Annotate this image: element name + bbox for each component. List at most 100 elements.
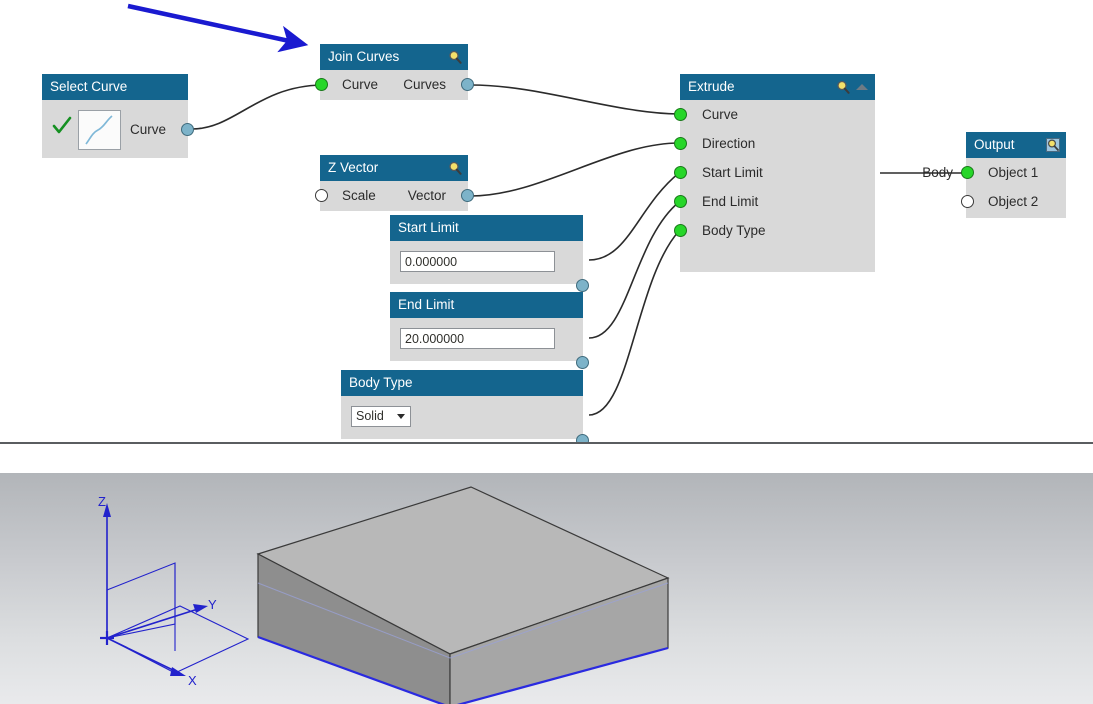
axis-label-x: X [188, 673, 197, 688]
pointer-arrow [127, 3, 309, 53]
node-end-limit-header[interactable]: End Limit [390, 292, 583, 318]
node-end-limit-title: End Limit [398, 297, 455, 312]
port-label-output-object1: Object 1 [988, 165, 1039, 180]
port-label-extrude-start-limit: Start Limit [702, 165, 763, 180]
app-root: Select Curve Curve Join Curves Curve Cur… [0, 0, 1093, 704]
port-extrude-end-limit[interactable] [674, 195, 687, 208]
port-extrude-direction[interactable] [674, 137, 687, 150]
end-limit-input[interactable] [400, 328, 555, 349]
magnifier-icon[interactable] [448, 161, 462, 175]
node-z-vector-body: Scale Vector [315, 181, 474, 211]
node-start-limit-header[interactable]: Start Limit [390, 215, 583, 241]
panel-divider[interactable] [0, 442, 1093, 444]
node-output-header[interactable]: Output [966, 132, 1066, 158]
node-join-curves-header[interactable]: Join Curves [320, 44, 468, 70]
axis-label-z: Z [98, 494, 106, 509]
node-join-curves[interactable]: Join Curves Curve Curves [315, 44, 474, 100]
wire-joincurves-extrude-curve [470, 84, 680, 115]
node-extrude-title: Extrude [688, 79, 735, 94]
node-graph-canvas[interactable]: Select Curve Curve Join Curves Curve Cur… [0, 0, 1093, 443]
port-extrude-curve[interactable] [674, 108, 687, 121]
port-label-extrude-body-out: Body [922, 165, 953, 180]
port-label-join-curves-out: Curves [403, 77, 446, 92]
node-body-type-body: Solid [341, 396, 589, 443]
extruded-box-model[interactable] [256, 486, 670, 704]
node-z-vector-header[interactable]: Z Vector [320, 155, 468, 181]
port-row-extrude-direction: Direction [674, 129, 875, 158]
port-row-extrude-end-limit: End Limit [674, 187, 875, 216]
port-row-extrude-curve: Curve [674, 100, 875, 129]
axis-label-y: Y [208, 597, 217, 612]
port-extrude-body-type[interactable] [674, 224, 687, 237]
port-z-vector-input[interactable] [315, 189, 328, 202]
port-select-curve-output[interactable] [181, 123, 194, 136]
port-label-curve-out: Curve [129, 122, 166, 137]
node-z-vector[interactable]: Z Vector Scale Vector [315, 155, 474, 211]
port-output-object1[interactable] [961, 166, 974, 179]
node-body-type-title: Body Type [349, 375, 413, 390]
node-join-curves-header-icons [448, 44, 462, 70]
magnifier-icon[interactable] [836, 80, 850, 94]
node-end-limit[interactable]: End Limit [390, 292, 589, 369]
node-join-curves-title: Join Curves [328, 49, 400, 64]
port-output-object2[interactable] [961, 195, 974, 208]
wire-startlimit-extrude [588, 172, 680, 261]
node-output[interactable]: Output Object 1 Object 2 [961, 132, 1066, 218]
port-row-extrude-start-limit: Start Limit Body [674, 158, 979, 187]
body-type-selected-value: Solid [356, 409, 384, 423]
3d-viewport[interactable]: Z Y X [0, 473, 1093, 704]
node-output-body: Object 1 Object 2 [961, 158, 1066, 218]
node-extrude[interactable]: Extrude Curve Direction Start Limit Body… [674, 74, 979, 272]
wire-zvector-extrude-direction [470, 142, 680, 197]
node-end-limit-body [390, 318, 589, 369]
node-extrude-header[interactable]: Extrude [680, 74, 875, 100]
port-label-extrude-body-type: Body Type [702, 223, 766, 238]
wire-selectcurve-joincurves [191, 84, 323, 130]
chevron-down-icon[interactable] [397, 414, 405, 419]
viewport-scene: Z Y X [98, 486, 670, 704]
body-type-select[interactable]: Solid [351, 406, 411, 427]
node-output-header-icons [1046, 132, 1060, 158]
magnifier-icon[interactable] [448, 50, 462, 64]
node-body-type[interactable]: Body Type Solid [341, 370, 589, 443]
node-extrude-header-icons [836, 74, 869, 100]
axis-triad-icon: Z Y X [98, 494, 250, 688]
node-z-vector-title: Z Vector [328, 160, 379, 175]
start-limit-input[interactable] [400, 251, 555, 272]
port-label-z-scale-in: Scale [342, 188, 376, 203]
node-select-curve-title: Select Curve [50, 79, 128, 94]
port-label-join-curve-in: Curve [342, 77, 379, 92]
collapse-chevron-icon[interactable] [855, 82, 869, 92]
node-start-limit[interactable]: Start Limit [390, 215, 589, 292]
port-join-curves-input[interactable] [315, 78, 328, 91]
port-row-output-object2: Object 2 [961, 187, 1066, 216]
port-label-extrude-end-limit: End Limit [702, 194, 759, 209]
node-start-limit-title: Start Limit [398, 220, 459, 235]
port-label-z-vector-out: Vector [407, 188, 446, 203]
port-join-curves-output[interactable] [461, 78, 474, 91]
port-start-limit-output[interactable] [576, 279, 589, 292]
port-row-join-curves: Curve Curves [315, 70, 474, 100]
node-output-title: Output [974, 137, 1015, 152]
wire-endlimit-extrude [588, 201, 680, 339]
port-row-output-object1: Object 1 [961, 158, 1066, 187]
port-label-output-object2: Object 2 [988, 194, 1039, 209]
node-z-vector-header-icons [448, 155, 462, 181]
port-row-select-curve-out: Curve [42, 115, 194, 144]
port-end-limit-output[interactable] [576, 356, 589, 369]
port-label-extrude-curve: Curve [702, 107, 739, 122]
node-start-limit-body [390, 241, 589, 292]
port-row-extrude-body-type: Body Type [674, 216, 875, 245]
node-select-curve-header[interactable]: Select Curve [42, 74, 188, 100]
port-z-vector-output[interactable] [461, 189, 474, 202]
port-extrude-start-limit[interactable] [674, 166, 687, 179]
node-body-type-header[interactable]: Body Type [341, 370, 583, 396]
node-select-curve[interactable]: Select Curve Curve [42, 74, 194, 158]
port-row-z-vector: Scale Vector [315, 181, 474, 211]
magnifier-icon[interactable] [1046, 138, 1060, 152]
node-extrude-body: Curve Direction Start Limit Body End Lim… [674, 100, 979, 272]
wire-bodytype-extrude [588, 230, 680, 416]
node-select-curve-body: Curve [42, 100, 194, 158]
node-join-curves-body: Curve Curves [315, 70, 474, 100]
port-label-extrude-direction: Direction [702, 136, 756, 151]
